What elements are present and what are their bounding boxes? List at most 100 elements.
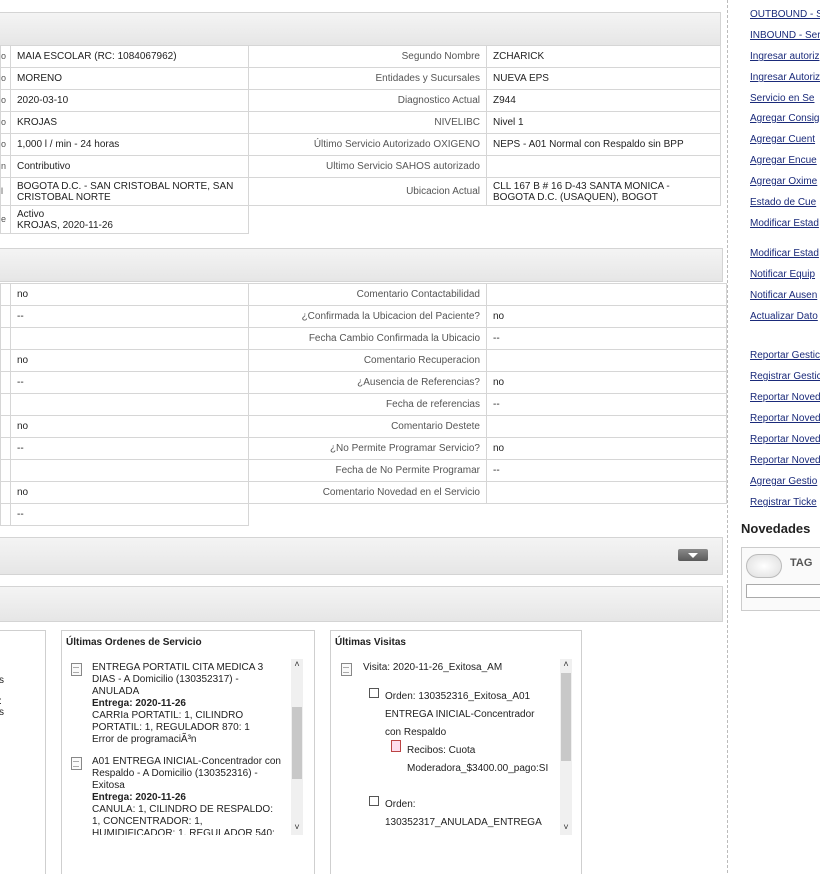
contact-row: Fecha de No Permite Programar -- <box>0 459 727 482</box>
sidebar-link[interactable]: Registrar Ticke <box>750 497 817 508</box>
sidebar-link[interactable]: Agregar Encue <box>750 155 817 166</box>
contact-right-label: ¿Ausencia de Referencias? <box>248 371 487 394</box>
info-right-value: NEPS - A01 Normal con Respaldo sin BPP <box>486 133 721 156</box>
visit-title[interactable]: Visita: 2020-11-26_Exitosa_AM <box>363 662 553 674</box>
document-icon <box>71 663 82 676</box>
info-left-value: 2020-03-10 <box>10 89 249 112</box>
sidebar-link[interactable]: Modificar Estad <box>750 218 819 229</box>
contact-right-value: no <box>486 371 727 394</box>
contact-row: no Comentario Novedad en el Servicio <box>0 481 727 504</box>
sidebar-link[interactable]: Modificar Estad <box>750 248 819 259</box>
contact-row: -- ¿Ausencia de Referencias? no <box>0 371 727 394</box>
stub-text: : <box>0 696 2 707</box>
section-header-contact <box>0 248 723 282</box>
row-key-stub <box>0 371 11 394</box>
contact-table: no Comentario Contactabilidad -- ¿Confirmad… <box>0 283 727 526</box>
sidebar-link[interactable]: Servicio en Se <box>750 93 814 104</box>
sidebar-link[interactable]: Reportar Noved <box>750 392 820 403</box>
visits-list[interactable]: Visita: 2020-11-26_Exitosa_AM Orden: 130… <box>337 659 557 835</box>
row-key-stub <box>0 327 11 350</box>
info-right-value: Nivel 1 <box>486 111 721 134</box>
sidebar-link[interactable]: Reportar Noved <box>750 455 820 466</box>
row-key-stub <box>0 503 11 526</box>
orders-panel-title: Últimas Ordenes de Servicio <box>66 637 202 648</box>
empty-cell <box>249 504 727 526</box>
stub-text: s <box>0 707 4 718</box>
orders-list[interactable]: ENTREGA PORTATIL CITA MEDICA 3 DIAS - A … <box>68 659 288 835</box>
sidebar-link[interactable]: Estado de Cue <box>750 197 816 208</box>
info-right-label: Diagnostico Actual <box>248 89 487 112</box>
contact-row: -- ¿Confirmada la Ubicacion del Paciente?… <box>0 305 727 328</box>
contact-right-label: Fecha de No Permite Programar <box>248 459 487 482</box>
contact-row: Fecha Cambio Confirmada la Ubicacio -- <box>0 327 727 350</box>
receipt-icon <box>391 740 401 752</box>
sidebar-link[interactable]: INBOUND - Ser <box>750 30 820 41</box>
info-left-value: KROJAS <box>10 111 249 134</box>
order-item[interactable]: ENTREGA PORTATIL CITA MEDICA 3 DIAS - A … <box>92 662 284 746</box>
sidebar-link[interactable]: Agregar Oxime <box>750 176 817 187</box>
info-right-value: Z944 <box>486 89 721 112</box>
contact-right-value: no <box>486 305 727 328</box>
expand-toggle-button[interactable] <box>678 549 708 561</box>
scroll-down-icon[interactable]: ˅ <box>291 822 303 834</box>
order-error: Error de programaciÃ³n <box>92 734 197 745</box>
sidebar-link[interactable]: Ingresar Autoriz <box>750 72 820 83</box>
contact-row: no Comentario Contactabilidad <box>0 283 727 306</box>
scroll-thumb[interactable] <box>561 673 571 761</box>
info-row: o MORENO Entidades y Sucursales NUEVA EPS <box>0 67 721 90</box>
sidebar-link[interactable]: Ingresar autoriz <box>750 51 819 62</box>
order-item[interactable]: A01 ENTREGA INICIAL-Concentrador con Res… <box>92 756 284 835</box>
info-left-value: Contributivo <box>10 155 249 178</box>
row-key-stub <box>0 305 11 328</box>
sidebar-link[interactable]: Reportar Noved <box>750 434 820 445</box>
patient-info-table: o MAIA ESCOLAR (RC: 1084067962) Segundo No… <box>0 45 721 234</box>
section-header-collapsible <box>0 537 723 575</box>
contact-right-value <box>486 283 727 306</box>
scroll-down-icon[interactable]: ˅ <box>560 822 572 834</box>
info-row: n Contributivo Ultimo Servicio SAHOS autor… <box>0 155 721 178</box>
info-left-value: MAIA ESCOLAR (RC: 1084067962) <box>10 45 249 68</box>
contact-row: -- <box>0 503 727 526</box>
row-key-stub <box>0 459 11 482</box>
sidebar-link[interactable]: Notificar Equip <box>750 269 815 280</box>
info-right-label: Segundo Nombre <box>248 45 487 68</box>
visit-order[interactable]: Orden: 130352316_Exitosa_A01 ENTREGA INI… <box>385 688 551 742</box>
sidebar-link[interactable]: Actualizar Dato <box>750 311 818 322</box>
sidebar-link[interactable]: Registrar Gestic <box>750 371 820 382</box>
orders-scrollbar[interactable]: ˄ ˅ <box>291 659 303 835</box>
tag-input[interactable] <box>746 584 820 598</box>
contact-right-label: Fecha de referencias <box>248 393 487 416</box>
sidebar-link[interactable]: Agregar Cuent <box>750 134 815 145</box>
scroll-thumb[interactable] <box>292 707 302 779</box>
info-row: o MAIA ESCOLAR (RC: 1084067962) Segundo No… <box>0 45 721 68</box>
visits-scrollbar[interactable]: ˄ ˅ <box>560 659 572 835</box>
order-title: A01 ENTREGA INICIAL-Concentrador con Res… <box>92 756 281 791</box>
sidebar-link[interactable]: Agregar Consig <box>750 113 819 124</box>
row-key-stub: o <box>0 133 11 156</box>
contact-right-value: -- <box>486 459 727 482</box>
sidebar-link[interactable]: Reportar Noved <box>750 413 820 424</box>
empty-cell <box>249 206 721 234</box>
info-row: o 1,000 l / min - 24 horas Último Servicio… <box>0 133 721 156</box>
sidebar-link[interactable]: OUTBOUND - S <box>750 9 820 20</box>
info-right-value <box>486 155 721 178</box>
info-right-label: Ubicacion Actual <box>248 177 487 206</box>
scroll-up-icon[interactable]: ˄ <box>560 659 572 671</box>
row-key-stub: l <box>0 177 11 206</box>
sidebar-link[interactable]: Reportar Gestic <box>750 350 820 361</box>
info-right-value: ZCHARICK <box>486 45 721 68</box>
visit-receipt[interactable]: Recibos: Cuota Moderadora_$3400.00_pago:… <box>407 742 557 778</box>
contact-right-label: ¿No Permite Programar Servicio? <box>248 437 487 460</box>
contact-left-value: no <box>10 349 249 372</box>
contact-left-value: no <box>10 415 249 438</box>
visit-order[interactable]: Orden: 130352317_ANULADA_ENTREGA PORTATI… <box>385 796 551 835</box>
info-right-value: NUEVA EPS <box>486 67 721 90</box>
scroll-up-icon[interactable]: ˄ <box>291 659 303 671</box>
contact-right-value <box>486 415 727 438</box>
contact-left-value <box>10 393 249 416</box>
sidebar-link[interactable]: Agregar Gestio <box>750 476 817 487</box>
info-right-label: Ultimo Servicio SAHOS autorizado <box>248 155 487 178</box>
sidebar-link[interactable]: Notificar Ausen <box>750 290 817 301</box>
document-icon <box>71 757 82 770</box>
order-title: ENTREGA PORTATIL CITA MEDICA 3 DIAS - A … <box>92 662 264 697</box>
